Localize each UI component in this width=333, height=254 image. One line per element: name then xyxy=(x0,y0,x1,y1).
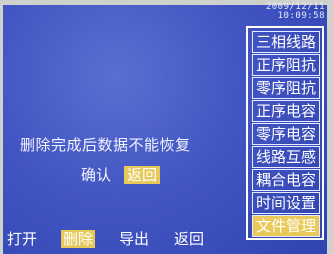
menu-item-coupling-capacitance[interactable]: 耦合电容 xyxy=(252,169,320,191)
dialog-back-button[interactable]: 返回 xyxy=(124,166,161,184)
softkey-bar: 打开 删除 导出 返回 xyxy=(0,230,246,248)
menu-item-mutual-inductance[interactable]: 线路互感 xyxy=(252,146,320,168)
softkey-delete[interactable]: 删除 xyxy=(61,230,96,248)
softkey-open[interactable]: 打开 xyxy=(7,230,37,248)
menu-item-zero-seq-impedance[interactable]: 零序阻抗 xyxy=(252,77,320,99)
clock-display: 2009/12/11 10:09:58 xyxy=(235,3,325,21)
warning-message: 删除完成后数据不能恢复 xyxy=(20,136,191,154)
clock-time: 10:09:58 xyxy=(277,11,325,21)
main-menu: 三相线路 正序阻抗 零序阻抗 正序电容 零序电容 线路互感 耦合电容 时间设置 … xyxy=(246,26,324,240)
menu-item-zero-seq-capacitance[interactable]: 零序电容 xyxy=(252,123,320,145)
bezel-right xyxy=(327,0,333,254)
softkey-export[interactable]: 导出 xyxy=(119,230,149,248)
menu-item-three-phase-line[interactable]: 三相线路 xyxy=(252,31,320,53)
bezel-left xyxy=(0,0,3,254)
menu-item-positive-seq-capacitance[interactable]: 正序电容 xyxy=(252,100,320,122)
menu-item-file-management[interactable]: 文件管理 xyxy=(252,215,320,237)
softkey-back[interactable]: 返回 xyxy=(174,230,204,248)
menu-item-positive-seq-impedance[interactable]: 正序阻抗 xyxy=(252,54,320,76)
confirm-button[interactable]: 确认 xyxy=(81,164,111,185)
device-screen: 2009/12/11 10:09:58 三相线路 正序阻抗 零序阻抗 正序电容 … xyxy=(0,0,333,254)
menu-item-time-settings[interactable]: 时间设置 xyxy=(252,192,320,214)
